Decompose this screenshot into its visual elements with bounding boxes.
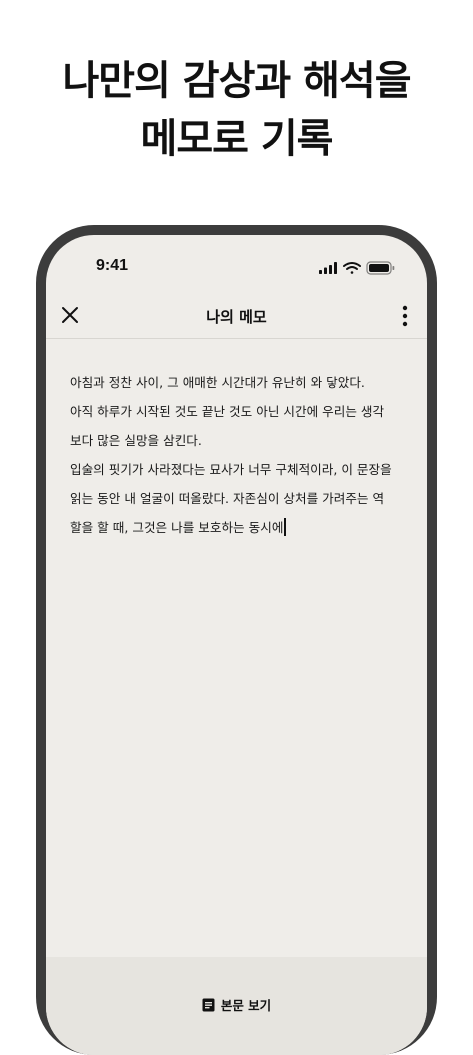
memo-line: 입술의 핏기가 사라졌다는 묘사가 너무 구체적이라, 이 문장을 [70,462,392,477]
memo-line: 읽는 동안 내 얼굴이 떠올랐다. 자존심이 상처를 가려주는 역 [70,491,385,506]
text-cursor [284,518,286,536]
more-vertical-icon [402,305,408,327]
memo-text-area[interactable]: 아침과 정찬 사이, 그 애매한 시간대가 유난히 와 닿았다. 아직 하루가 … [70,368,410,542]
cellular-signal-icon [319,262,337,274]
battery-icon [366,261,395,275]
memo-line-last: 할을 할 때, 그것은 나를 보호하는 동시에 [70,513,410,542]
headline: 나만의 감상과 해석을 메모로 기록 [0,52,473,168]
headline-line-1: 나만의 감상과 해석을 [62,58,411,104]
view-text-button[interactable]: 본문 보기 [46,995,427,1014]
status-time: 9:41 [96,257,129,274]
top-nav: 나의 메모 [46,293,427,339]
document-icon [202,998,215,1012]
phone-screen: 9:41 나의 메모 아침과 정찬 사이, 그 애매한 시간대가 유난히 와 닿… [46,235,427,1055]
view-text-label: 본문 보기 [220,998,272,1013]
memo-line: 할을 할 때, 그것은 나를 보호하는 동시에 [70,520,284,535]
memo-line: 아침과 정찬 사이, 그 애매한 시간대가 유난히 와 닿았다. [70,375,365,390]
memo-line: 아직 하루가 시작된 것도 끝난 것도 아닌 시간에 우리는 생각 [70,404,385,419]
nav-divider [46,338,427,339]
status-icons [319,261,397,275]
more-options-button[interactable] [401,305,409,327]
memo-line: 보다 많은 실망을 삼킨다. [70,433,202,448]
page-title: 나의 메모 [206,308,267,326]
wifi-icon [343,262,361,274]
headline-line-2: 메모로 기록 [140,116,334,162]
bottom-bar: 본문 보기 [46,957,427,1055]
